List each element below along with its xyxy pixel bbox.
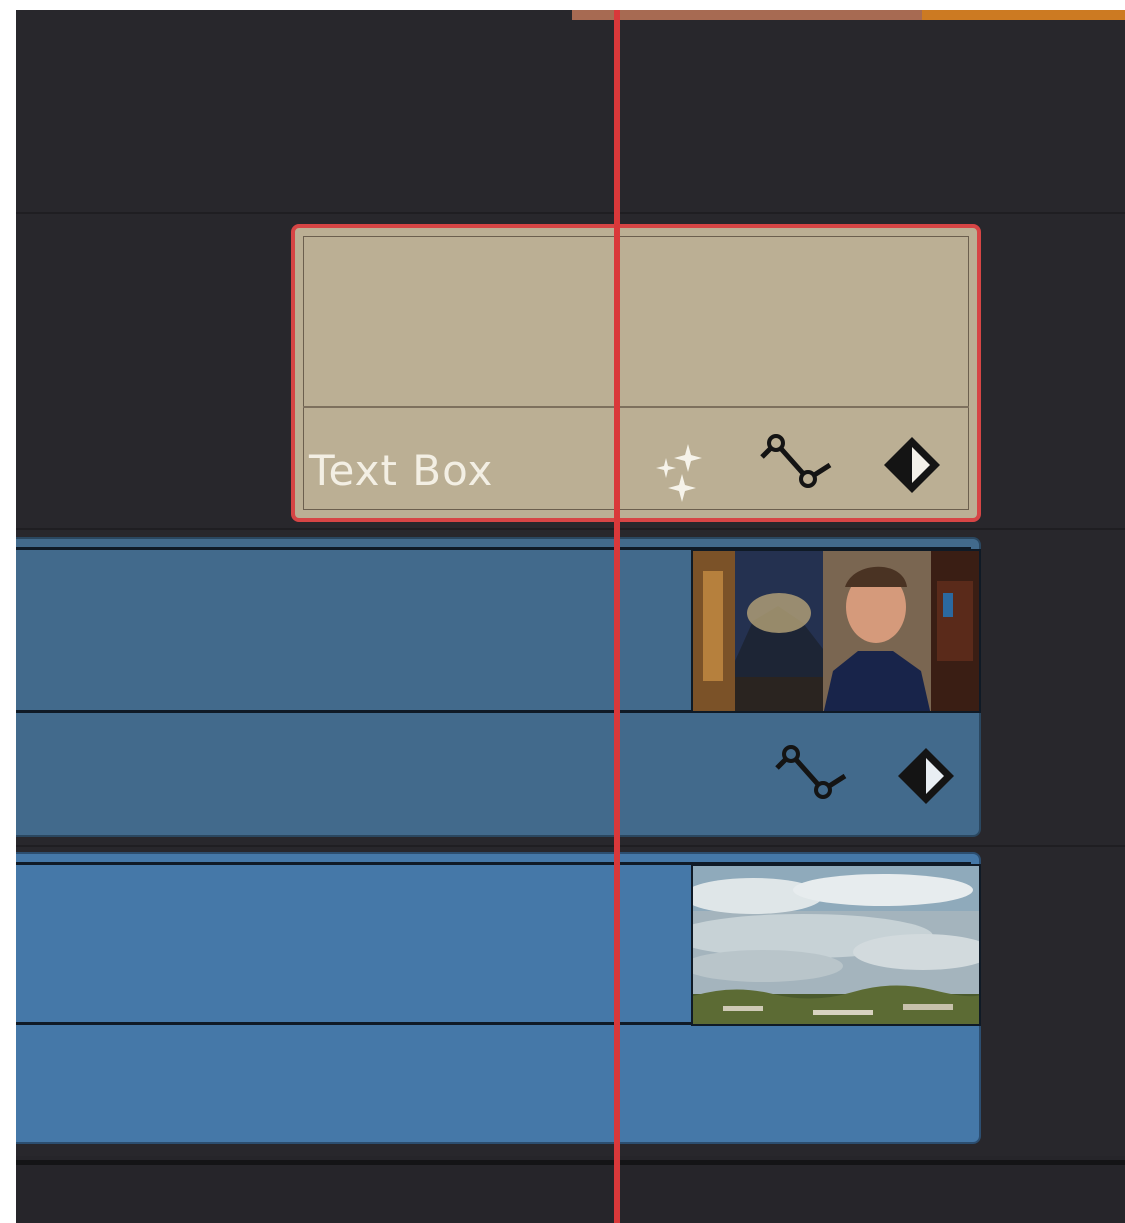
clip-divider bbox=[303, 406, 969, 408]
text-box-clip[interactable]: Text Box bbox=[291, 224, 981, 522]
track-divider bbox=[16, 212, 1125, 214]
ruler-marker bbox=[572, 10, 922, 20]
curve-keyframe-icon[interactable] bbox=[773, 744, 853, 806]
portrait-thumbnail-image bbox=[693, 551, 979, 711]
video-clip-upper[interactable] bbox=[16, 537, 981, 837]
sparkle-fx-icon[interactable] bbox=[652, 440, 714, 502]
playhead[interactable] bbox=[614, 10, 620, 1223]
video-clip-lower[interactable] bbox=[16, 852, 981, 1144]
sky-thumbnail-image bbox=[693, 866, 979, 1024]
timeline-panel[interactable]: Text Box bbox=[16, 10, 1125, 1223]
track-divider bbox=[16, 845, 1125, 847]
empty-track bbox=[16, 1156, 1125, 1223]
curve-keyframe-icon[interactable] bbox=[758, 433, 838, 495]
clip-label: Text Box bbox=[309, 446, 494, 495]
keyframe-diamond-icon[interactable] bbox=[880, 433, 944, 497]
man-portrait-thumbnail bbox=[691, 549, 981, 713]
keyframe-diamond-icon[interactable] bbox=[894, 744, 958, 808]
track-divider bbox=[16, 1160, 1125, 1165]
sky-landscape-thumbnail bbox=[691, 864, 981, 1026]
track-divider bbox=[16, 528, 1125, 530]
ruler-marker-accent bbox=[922, 10, 1125, 20]
